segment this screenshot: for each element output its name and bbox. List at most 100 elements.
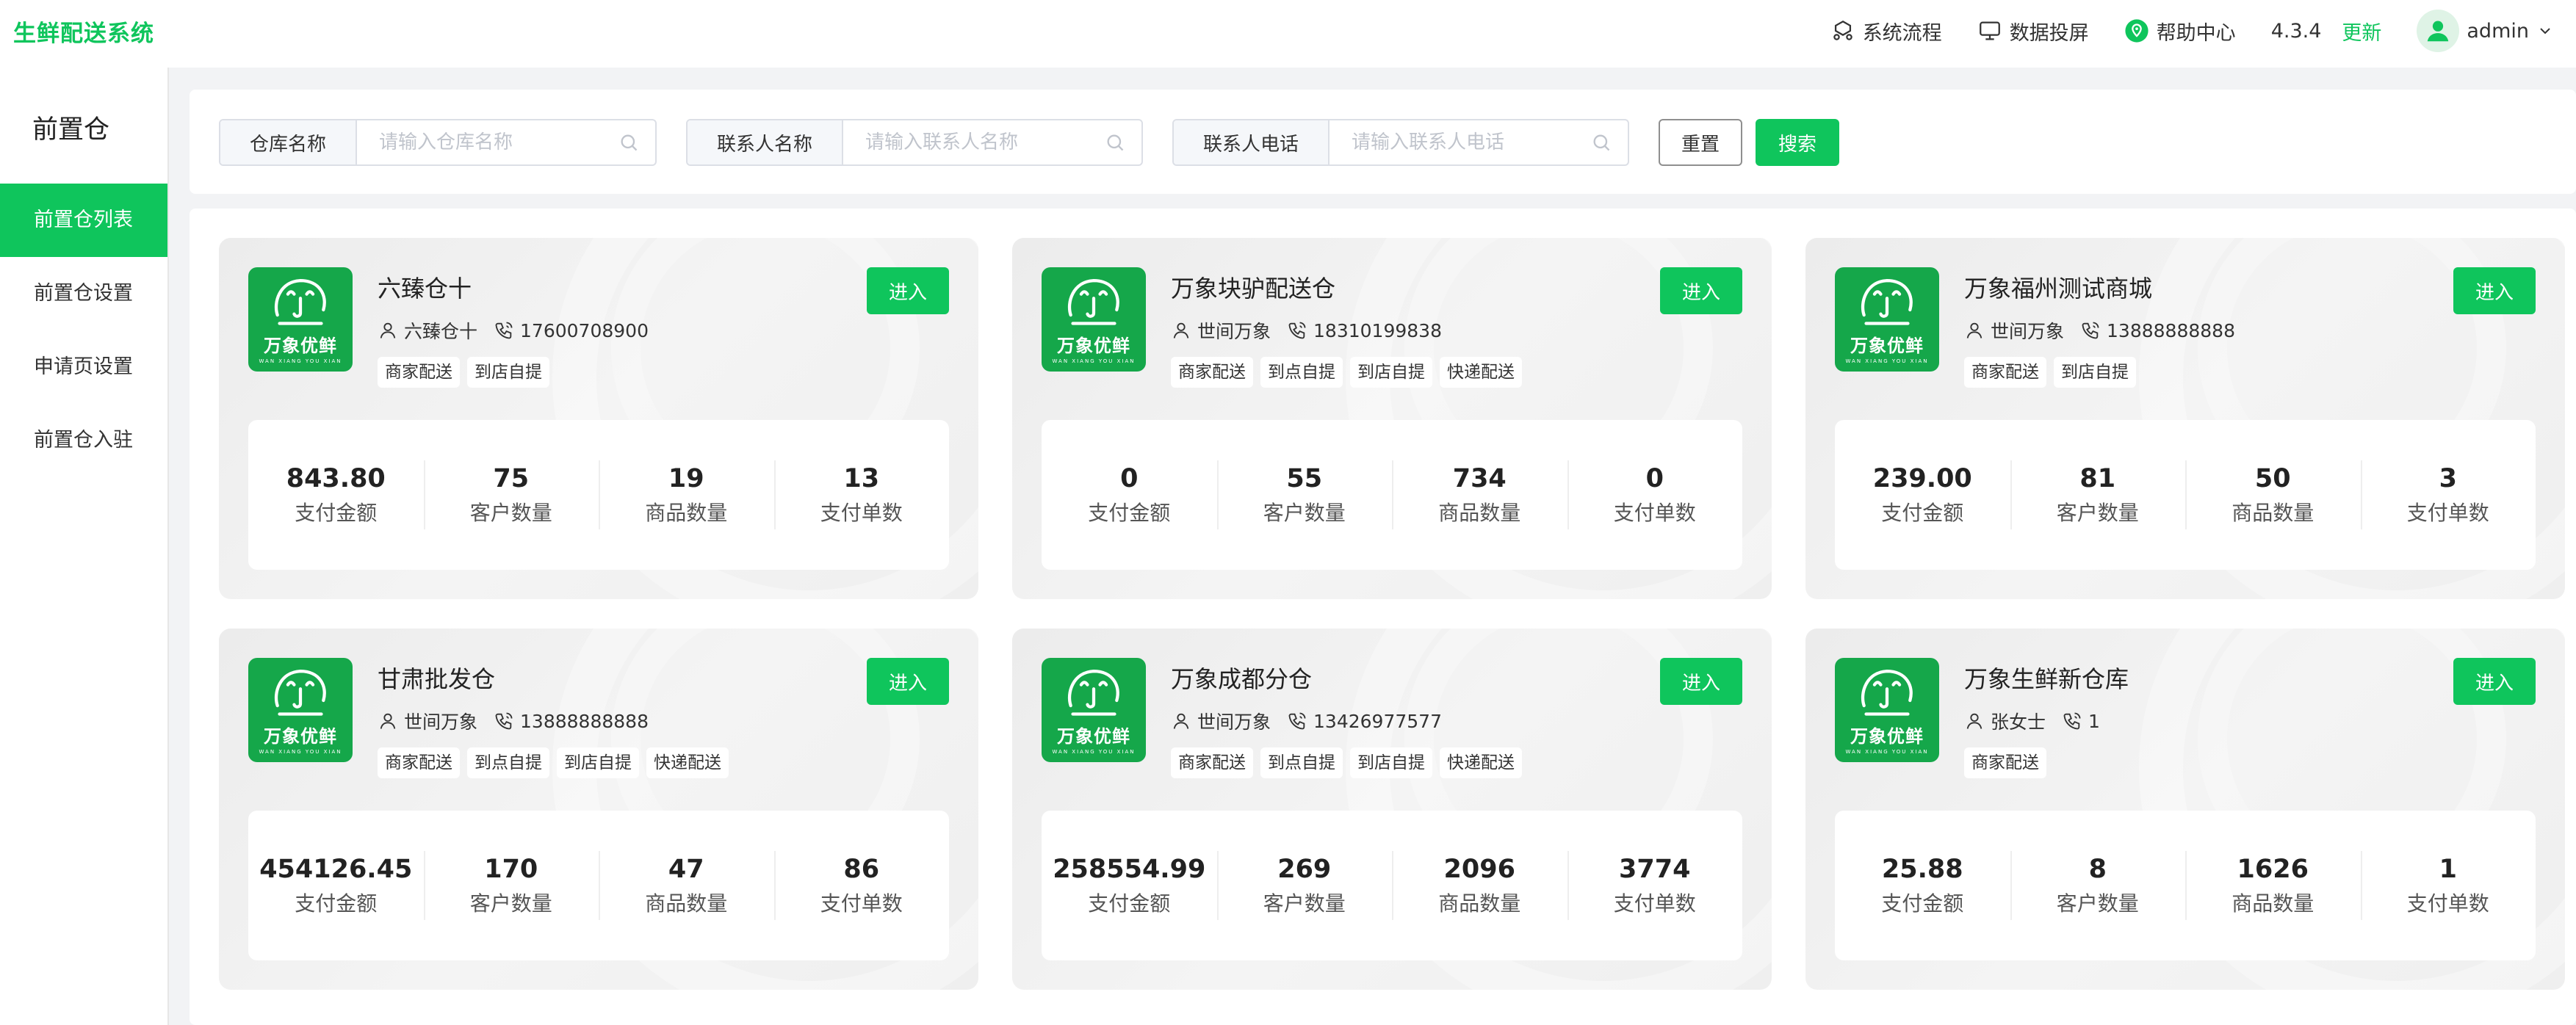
sidebar-item-warehouse-list[interactable]: 前置仓列表 — [0, 184, 167, 257]
sidebar-item-warehouse-settings[interactable]: 前置仓设置 — [0, 257, 167, 330]
reset-button[interactable]: 重置 — [1659, 119, 1742, 166]
contact-phone-label: 联系人电话 — [1174, 120, 1330, 164]
warehouse-card: 万象优鲜 WAN XIANG YOU XIAN 万象成都分仓 世间万象 1342… — [1012, 629, 1772, 990]
search-icon — [1593, 134, 1610, 151]
delivery-tag: 商家配送 — [378, 747, 460, 778]
phone-icon — [1288, 712, 1306, 730]
contact-name-input[interactable] — [865, 131, 1074, 153]
stat-value: 19 — [668, 464, 704, 493]
contact-name: 世间万象 — [1991, 321, 2065, 342]
stat-label: 商品数量 — [645, 501, 728, 525]
stat-value: 2096 — [1443, 855, 1515, 884]
user-menu[interactable]: admin — [2417, 10, 2554, 52]
contact-info: 世间万象 18310199838 — [1171, 317, 1458, 344]
system-process-link[interactable]: 系统流程 — [1830, 17, 1942, 46]
contact-info: 世间万象 13888888888 — [1964, 317, 2251, 344]
enter-button[interactable]: 进入 — [867, 267, 949, 314]
stat-item: 239.00 支付金额 — [1835, 460, 2010, 529]
logo-subtext: WAN XIANG YOU XIAN — [259, 358, 342, 364]
username: admin — [2467, 19, 2529, 43]
user-icon — [1173, 713, 1189, 729]
contact-person: 世间万象 — [1171, 708, 1271, 734]
stat-value: 3774 — [1619, 855, 1691, 884]
version-number: 4.3.4 — [2270, 19, 2322, 43]
warehouse-name: 万象块驴配送仓 — [1171, 275, 1336, 303]
warehouse-name: 六臻仓十 — [378, 275, 472, 303]
stats-panel: 25.88 支付金额 8 客户数量 1626 商品数量 1 支付单数 — [1835, 811, 2536, 960]
phone-number: 13888888888 — [520, 710, 649, 732]
stat-label: 商品数量 — [2232, 891, 2315, 916]
help-center-link[interactable]: 帮助中心 — [2124, 17, 2236, 46]
warehouse-card-grid: 万象优鲜 WAN XIANG YOU XIAN 六臻仓十 六臻仓十 176007… — [190, 209, 2576, 1025]
stat-label: 商品数量 — [1438, 501, 1521, 525]
warehouse-card: 万象优鲜 WAN XIANG YOU XIAN 万象块驴配送仓 世间万象 183… — [1012, 238, 1772, 599]
contact-name: 世间万象 — [404, 711, 478, 733]
warehouse-logo: 万象优鲜 WAN XIANG YOU XIAN — [1042, 267, 1146, 372]
elephant-logo-icon — [1861, 669, 1913, 716]
data-screen-link[interactable]: 数据投屏 — [1977, 17, 2089, 46]
stat-value: 13 — [843, 464, 880, 493]
avatar — [2417, 10, 2460, 52]
stat-label: 支付金额 — [1881, 891, 1964, 916]
warehouse-logo: 万象优鲜 WAN XIANG YOU XIAN — [1835, 267, 1939, 372]
stat-value: 55 — [1286, 464, 1323, 493]
logo-text: 万象优鲜 — [1057, 725, 1130, 747]
stat-label: 客户数量 — [1263, 501, 1346, 525]
warehouse-card: 万象优鲜 WAN XIANG YOU XIAN 六臻仓十 六臻仓十 176007… — [219, 238, 978, 599]
delivery-tags: 商家配送 到点自提 到店自提 快递配送 — [378, 747, 729, 778]
location-help-icon — [2125, 19, 2149, 43]
stat-value: 843.80 — [286, 464, 386, 493]
phone-number: 13426977577 — [1313, 710, 1442, 732]
enter-button[interactable]: 进入 — [1660, 658, 1742, 705]
stat-item: 1 支付单数 — [2360, 851, 2536, 920]
warehouse-name: 万象生鲜新仓库 — [1964, 665, 2129, 693]
sidebar-item-warehouse-join[interactable]: 前置仓入驻 — [0, 404, 167, 477]
sidebar-item-apply-page-settings[interactable]: 申请页设置 — [0, 330, 167, 404]
warehouse-name-input[interactable] — [379, 131, 588, 153]
stat-value: 81 — [2079, 464, 2116, 493]
delivery-tag: 快递配送 — [1440, 357, 1522, 388]
delivery-tag: 商家配送 — [1964, 747, 2046, 778]
delivery-tag: 到店自提 — [1350, 747, 1432, 778]
elephant-logo-icon — [1067, 669, 1119, 716]
search-icon — [1107, 134, 1124, 151]
contact-phone-input-wrap — [1330, 120, 1628, 164]
enter-button[interactable]: 进入 — [2453, 658, 2536, 705]
stat-label: 支付单数 — [1613, 891, 1696, 916]
update-link[interactable]: 更新 — [2342, 17, 2381, 46]
warehouse-logo: 万象优鲜 WAN XIANG YOU XIAN — [1835, 658, 1939, 762]
stat-label: 客户数量 — [469, 891, 552, 916]
stat-item: 170 客户数量 — [423, 851, 599, 920]
enter-button[interactable]: 进入 — [1660, 267, 1742, 314]
stat-item: 0 支付单数 — [1567, 460, 1743, 529]
contact-name: 世间万象 — [1197, 711, 1271, 733]
stat-item: 75 客户数量 — [423, 460, 599, 529]
phone-number: 1 — [2088, 710, 2100, 732]
stat-item: 55 客户数量 — [1216, 460, 1393, 529]
sidebar: 前置仓 前置仓列表 前置仓设置 申请页设置 前置仓入驻 — [0, 68, 169, 1025]
stat-value: 3 — [2439, 464, 2457, 493]
stat-label: 支付金额 — [1088, 501, 1171, 525]
chevron-down-icon — [2540, 28, 2550, 35]
logo-text: 万象优鲜 — [1057, 335, 1130, 356]
delivery-tag: 到店自提 — [2054, 357, 2136, 388]
user-avatar-icon — [2428, 21, 2449, 42]
contact-phone-input[interactable] — [1352, 131, 1560, 153]
warehouse-name-input-wrap — [357, 120, 655, 164]
phone-number: 17600708900 — [520, 319, 649, 341]
enter-button[interactable]: 进入 — [867, 658, 949, 705]
monitor-icon — [1979, 21, 2000, 40]
stat-item: 454126.45 支付金额 — [248, 851, 424, 920]
contact-name: 世间万象 — [1197, 321, 1271, 342]
search-button[interactable]: 搜索 — [1756, 119, 1839, 166]
contact-person: 张女士 — [1964, 708, 2046, 734]
contact-phone: 17600708900 — [494, 320, 649, 341]
stat-label: 支付单数 — [820, 501, 903, 525]
contact-name-filter: 联系人名称 — [686, 119, 1143, 166]
stats-panel: 0 支付金额 55 客户数量 734 商品数量 0 支付单数 — [1042, 420, 1742, 570]
stats-panel: 239.00 支付金额 81 客户数量 50 商品数量 3 支付单数 — [1835, 420, 2536, 570]
stat-item: 86 支付单数 — [773, 851, 950, 920]
enter-button[interactable]: 进入 — [2453, 267, 2536, 314]
warehouse-card: 万象优鲜 WAN XIANG YOU XIAN 万象福州测试商城 世间万象 13… — [1805, 238, 2565, 599]
elephant-logo-icon — [274, 278, 326, 325]
